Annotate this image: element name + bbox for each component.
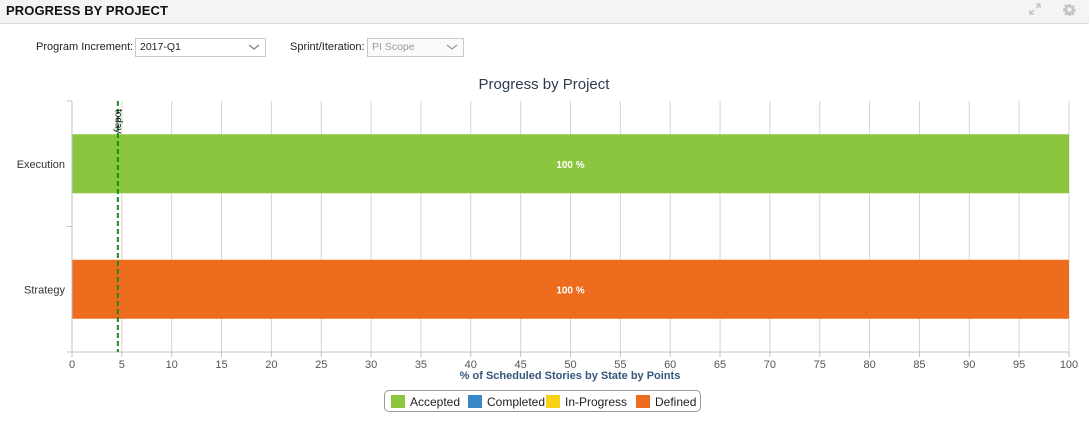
y-category-label: Execution	[17, 159, 65, 171]
x-tick-label: 100	[1060, 359, 1078, 371]
legend-label: In-Progress	[565, 395, 628, 409]
x-tick-label: 10	[166, 359, 178, 371]
y-category-label: Strategy	[24, 284, 65, 296]
x-tick-label: 0	[69, 359, 75, 371]
legend-swatch	[391, 395, 405, 408]
legend-label: Accepted	[410, 395, 461, 409]
x-tick-label: 35	[415, 359, 427, 371]
x-tick-label: 70	[764, 359, 776, 371]
x-tick-label: 5	[119, 359, 125, 371]
x-tick-label: 65	[714, 359, 726, 371]
x-tick-label: 20	[265, 359, 277, 371]
x-tick-label: 30	[365, 359, 377, 371]
x-tick-label: 95	[1013, 359, 1025, 371]
legend-swatch	[636, 395, 650, 408]
progress-chart: Progress by Project0 5 10 15 20 25 30 35 40 45 50 5…	[17, 76, 1078, 382]
legend-swatch	[546, 395, 560, 408]
x-axis-label: % of Scheduled Stories by State by Point…	[460, 370, 681, 382]
x-tick-label: 90	[963, 359, 975, 371]
x-tick-label: 80	[863, 359, 875, 371]
x-tick-label: 75	[814, 359, 826, 371]
x-tick-label: 25	[315, 359, 327, 371]
today-marker-label: today	[112, 109, 123, 133]
chart-title: Progress by Project	[479, 76, 611, 93]
legend-label: Completed	[487, 395, 546, 409]
legend-swatch	[468, 395, 482, 408]
bar-data-label: 100 %	[556, 285, 584, 296]
x-tick-label: 85	[913, 359, 925, 371]
x-tick-label: 15	[215, 359, 227, 371]
chart-legend: Accepted Completed In-Progress Defined	[384, 390, 701, 412]
legend-label: Defined	[655, 395, 697, 409]
bar-data-label: 100 %	[556, 160, 584, 171]
